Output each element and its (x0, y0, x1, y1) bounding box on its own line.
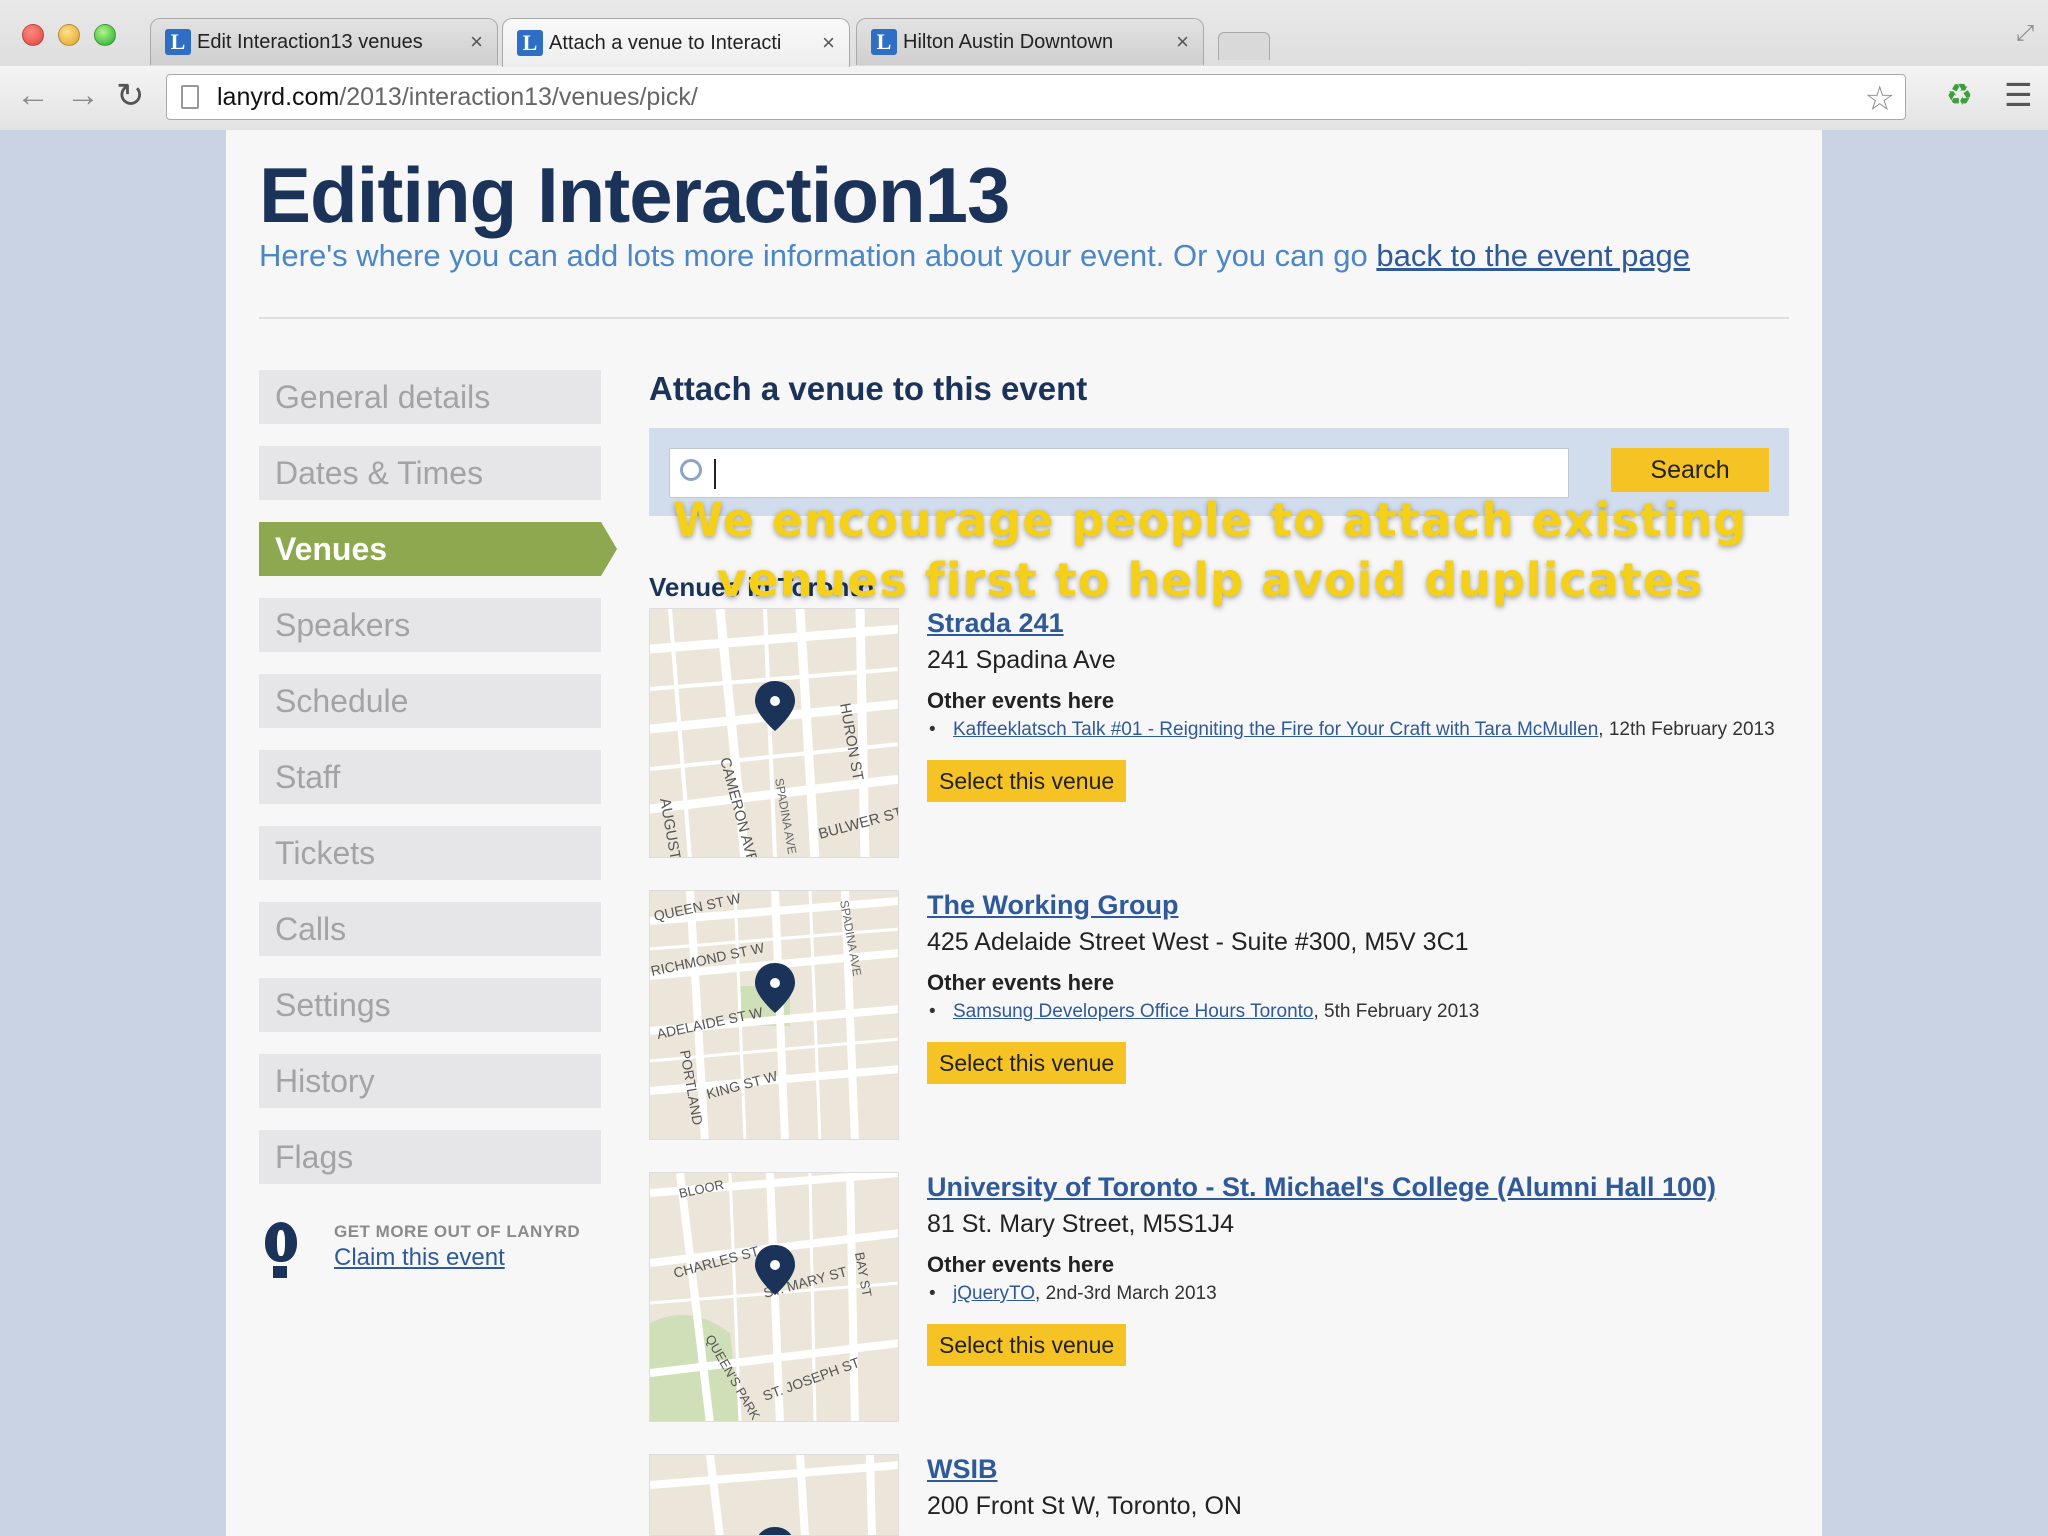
venue-card: HURON ST CAMERON AVE SPADINA AVE BULWER … (649, 608, 1789, 858)
search-icon (680, 459, 702, 481)
venue-info: WSIB 200 Front St W, Toronto, ON (927, 1454, 1787, 1534)
venue-card: BLOOR CHARLES ST ST. MARY ST BAY ST QUEE… (649, 1172, 1789, 1422)
edit-sidebar: General details Dates & Times Venues Spe… (259, 370, 617, 1206)
venue-info: University of Toronto - St. Michael's Co… (927, 1172, 1787, 1366)
reload-icon[interactable]: ↻ (116, 76, 145, 116)
minimize-window-button[interactable] (58, 24, 80, 46)
venue-name-link[interactable]: The Working Group (927, 890, 1787, 928)
map-graphic (650, 1455, 898, 1535)
map-graphic: BLOOR CHARLES ST ST. MARY ST BAY ST QUEE… (650, 1173, 898, 1421)
venue-map[interactable]: HURON ST CAMERON AVE SPADINA AVE BULWER … (649, 608, 899, 858)
tab-title: Edit Interaction13 venues (197, 30, 423, 53)
sidebar-item-staff[interactable]: Staff (259, 750, 601, 804)
back-to-event-link[interactable]: back to the event page (1376, 238, 1690, 273)
venue-name-link[interactable]: Strada 241 (927, 608, 1787, 646)
other-events-heading: Other events here (927, 1252, 1115, 1277)
claim-event-link[interactable]: Claim this event (334, 1244, 505, 1272)
page-title: Editing Interaction13 (259, 151, 1010, 239)
close-tab-icon[interactable]: × (1176, 29, 1189, 55)
new-tab-button[interactable] (1218, 32, 1270, 60)
other-event-item: jQueryTO, 2nd-3rd March 2013 (927, 1282, 1787, 1306)
venue-name-link[interactable]: WSIB (927, 1454, 1787, 1492)
tab-title: Attach a venue to Interacti (549, 31, 782, 54)
tab-title: Hilton Austin Downtown (903, 30, 1114, 53)
bookmark-star-icon[interactable]: ☆ (1865, 79, 1895, 119)
text-caret (714, 459, 716, 489)
close-window-button[interactable] (22, 24, 44, 46)
sidebar-item-calls[interactable]: Calls (259, 902, 601, 956)
tab-attach-venue[interactable]: L Attach a venue to Interacti × (502, 18, 850, 67)
sidebar-item-history[interactable]: History (259, 1054, 601, 1108)
other-event-date: , 2nd-3rd March 2013 (1035, 1283, 1217, 1304)
venue-address: 241 Spadina Ave (927, 646, 1116, 674)
sidebar-item-flags[interactable]: Flags (259, 1130, 601, 1184)
back-arrow-icon[interactable]: ← (16, 76, 50, 115)
venue-map[interactable]: QUEEN ST W RICHMOND ST W ADELAIDE ST W K… (649, 890, 899, 1140)
address-bar[interactable]: lanyrd.com /2013/interaction13/venues/pi… (166, 74, 1906, 120)
tab-edit-venues[interactable]: L Edit Interaction13 venues × (150, 18, 498, 65)
chrome-menu-icon[interactable]: ☰ (2004, 76, 2033, 114)
promo-label: GET MORE OUT OF LANYRD (334, 1222, 581, 1241)
url-host: lanyrd.com (217, 82, 340, 111)
map-graphic: HURON ST CAMERON AVE SPADINA AVE BULWER … (650, 609, 898, 857)
sidebar-item-settings[interactable]: Settings (259, 978, 601, 1032)
other-events-heading: Other events here (927, 688, 1115, 713)
caption-line-1: We encourage people to attach existing (672, 493, 1748, 547)
page-subtitle: Here's where you can add lots more infor… (259, 238, 1690, 274)
sidebar-item-general-details[interactable]: General details (259, 370, 601, 424)
other-event-date: , 12th February 2013 (1598, 719, 1775, 740)
venue-map[interactable] (649, 1454, 899, 1536)
browser-chrome: L Edit Interaction13 venues × L Attach a… (0, 0, 2048, 130)
sidebar-item-schedule[interactable]: Schedule (259, 674, 601, 728)
zoom-window-button[interactable] (94, 24, 116, 46)
claim-promo: GET MORE OUT OF LANYRD Claim this event (259, 1218, 601, 1288)
search-button[interactable]: Search (1611, 448, 1769, 492)
lanyrd-favicon-icon: L (517, 30, 543, 56)
page-icon (181, 85, 199, 109)
other-event-item: Kaffeeklatsch Talk #01 - Reigniting the … (927, 718, 1787, 742)
venue-card: WSIB 200 Front St W, Toronto, ON (649, 1454, 1789, 1536)
divider (259, 317, 1789, 319)
subtitle-text: Here's where you can add lots more infor… (259, 238, 1377, 273)
sidebar-item-speakers[interactable]: Speakers (259, 598, 601, 652)
main-panel: Attach a venue to this event Search Venu… (649, 370, 1789, 1536)
balloon-icon (265, 1222, 297, 1262)
other-event-date: , 5th February 2013 (1313, 1001, 1480, 1022)
map-graphic: QUEEN ST W RICHMOND ST W ADELAIDE ST W K… (650, 891, 898, 1139)
other-event-link[interactable]: Samsung Developers Office Hours Toronto (953, 1001, 1313, 1022)
sidebar-item-venues[interactable]: Venues (259, 522, 617, 576)
venue-address: 200 Front St W, Toronto, ON (927, 1492, 1242, 1520)
presentation-caption: We encourage people to attach existing v… (560, 490, 1860, 610)
venue-card: QUEEN ST W RICHMOND ST W ADELAIDE ST W K… (649, 890, 1789, 1140)
caption-line-2: venues first to help avoid duplicates (716, 553, 1704, 607)
other-event-link[interactable]: Kaffeeklatsch Talk #01 - Reigniting the … (953, 719, 1598, 740)
venue-address: 81 St. Mary Street, M5S1J4 (927, 1210, 1235, 1238)
url-path: /2013/interaction13/venues/pick/ (339, 82, 698, 111)
other-event-item: Samsung Developers Office Hours Toronto,… (927, 1000, 1787, 1024)
balloon-basket (273, 1266, 287, 1278)
tab-hilton-austin[interactable]: L Hilton Austin Downtown × (856, 18, 1204, 65)
close-tab-icon[interactable]: × (822, 30, 835, 56)
venue-name-link[interactable]: University of Toronto - St. Michael's Co… (927, 1172, 1787, 1210)
lanyrd-favicon-icon: L (871, 29, 897, 55)
select-venue-button[interactable]: Select this venue (927, 1324, 1127, 1366)
other-event-link[interactable]: jQueryTO (953, 1283, 1035, 1304)
select-venue-button[interactable]: Select this venue (927, 760, 1127, 802)
extension-icon[interactable]: ♻ (1946, 78, 1976, 112)
sidebar-item-tickets[interactable]: Tickets (259, 826, 601, 880)
venue-info: The Working Group 425 Adelaide Street We… (927, 890, 1787, 1084)
venue-address: 425 Adelaide Street West - Suite #300, M… (927, 928, 1469, 956)
page-content: Editing Interaction13 Here's where you c… (226, 130, 1822, 1536)
forward-arrow-icon[interactable]: → (66, 76, 100, 115)
section-title: Attach a venue to this event (649, 370, 1088, 407)
venue-map[interactable]: BLOOR CHARLES ST ST. MARY ST BAY ST QUEE… (649, 1172, 899, 1422)
browser-toolbar: ← → ↻ lanyrd.com /2013/interaction13/ven… (0, 66, 2048, 130)
venue-info: Strada 241 241 Spadina Ave Other events … (927, 608, 1787, 802)
lanyrd-favicon-icon: L (165, 29, 191, 55)
select-venue-button[interactable]: Select this venue (927, 1042, 1127, 1084)
sidebar-item-dates-times[interactable]: Dates & Times (259, 446, 601, 500)
close-tab-icon[interactable]: × (470, 29, 483, 55)
fullscreen-icon[interactable]: ⤢ (2016, 20, 2034, 46)
other-events-heading: Other events here (927, 970, 1115, 995)
